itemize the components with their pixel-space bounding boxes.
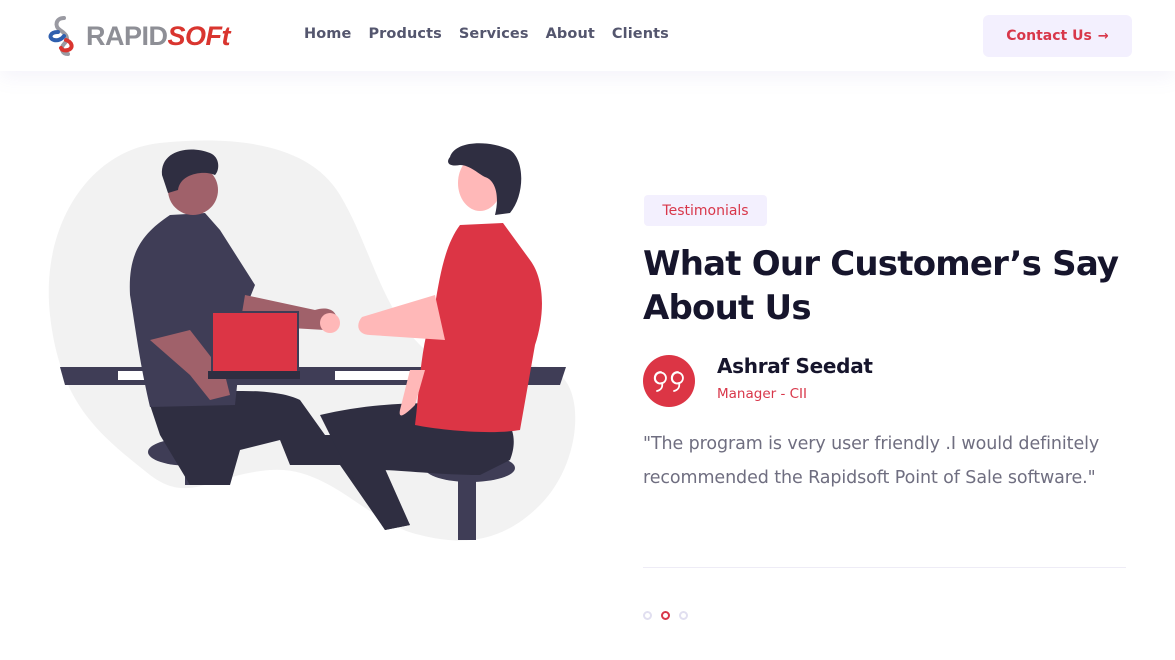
site-header: RAPIDSOFt Home Products Services About C… xyxy=(0,0,1175,71)
quote-badge xyxy=(643,355,695,407)
carousel-pagination xyxy=(643,611,688,620)
quote-icon xyxy=(653,371,684,392)
arrow-right-icon: → xyxy=(1097,28,1109,44)
logo-mark-icon xyxy=(48,16,74,56)
handshake-right-hand xyxy=(320,313,340,333)
nav-clients[interactable]: Clients xyxy=(612,24,669,44)
right-stool-leg xyxy=(458,475,476,540)
main-nav: Home Products Services About Clients xyxy=(304,24,686,44)
section-title: What Our Customer’s Say About Us xyxy=(643,244,1119,328)
nav-products[interactable]: Products xyxy=(368,24,441,44)
laptop-screen xyxy=(211,311,299,373)
handshake-illustration xyxy=(40,135,585,550)
nav-home[interactable]: Home xyxy=(304,24,351,44)
nav-about[interactable]: About xyxy=(546,24,595,44)
author-name: Ashraf Seedat xyxy=(717,354,873,378)
laptop-keyboard xyxy=(208,371,300,379)
rapidsoft-logo[interactable]: RAPIDSOFt xyxy=(44,14,262,58)
illustration-svg xyxy=(48,140,576,541)
carousel-dot-2[interactable] xyxy=(661,611,670,620)
author-role: Manager - CII xyxy=(717,386,808,402)
logo-text: RAPIDSOFt xyxy=(86,20,231,51)
testimonials-badge: Testimonials xyxy=(644,195,767,226)
carousel-dot-1[interactable] xyxy=(643,611,652,620)
carousel-dot-3[interactable] xyxy=(679,611,688,620)
contact-us-button[interactable]: Contact Us → xyxy=(983,15,1132,57)
contact-us-label: Contact Us xyxy=(1006,28,1092,44)
desk-slot-right xyxy=(335,371,417,380)
nav-services[interactable]: Services xyxy=(459,24,529,44)
divider xyxy=(643,567,1126,568)
testimonial-quote: "The program is very user friendly .I wo… xyxy=(643,434,1100,488)
